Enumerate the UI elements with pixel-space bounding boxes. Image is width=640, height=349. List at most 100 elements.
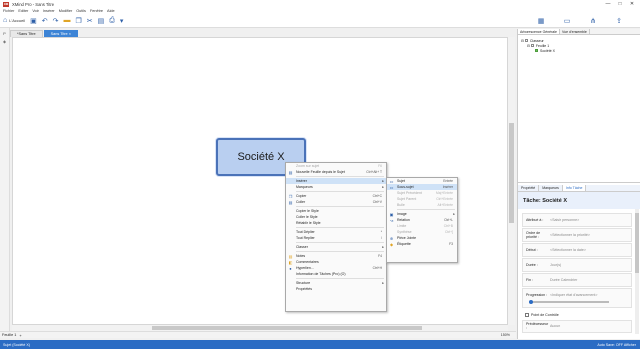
redo-icon[interactable]: ↷ bbox=[53, 17, 59, 25]
relation-icon: ↝ bbox=[389, 217, 394, 223]
outline-icon[interactable]: ▦ bbox=[528, 17, 554, 25]
submenu-item-label[interactable]: ◆ Étiquette F3 bbox=[387, 241, 457, 247]
end-date-field[interactable]: Fin : Durée Calendrier bbox=[522, 273, 632, 287]
tab-sans-titre-active[interactable]: Sans Titre × bbox=[43, 30, 78, 37]
start-date-field[interactable]: Début : <Sélectionner la date> bbox=[522, 243, 632, 257]
menu-help[interactable]: Aide bbox=[107, 9, 115, 13]
menu-item-task-info[interactable]: Information de Tâches (Pro) (O) bbox=[286, 271, 386, 277]
sheet-bar: Feuille 1 + 150% bbox=[0, 331, 516, 338]
paste-icon: ▤ bbox=[288, 199, 293, 205]
hyperlink-icon: ● bbox=[289, 265, 292, 271]
menu-window[interactable]: Fenêtre bbox=[90, 9, 103, 13]
minimize-button[interactable]: — bbox=[602, 0, 614, 8]
undo-icon[interactable]: ↶ bbox=[42, 17, 48, 25]
app-logo-icon: XM bbox=[3, 1, 9, 7]
window-title: XMind Pro - Sans Titre bbox=[12, 1, 55, 7]
topic-icon: ▭ bbox=[389, 178, 394, 184]
separator bbox=[296, 278, 384, 279]
left-toolstrip: P ◈ bbox=[0, 28, 10, 338]
markers-icon[interactable]: ◈ bbox=[0, 39, 9, 44]
status-text: Sujet (Société X) bbox=[3, 342, 30, 347]
extra-icon[interactable]: ▾ bbox=[120, 17, 124, 25]
checkbox-icon bbox=[525, 312, 529, 317]
tab-outline[interactable]: Arborescence Générale bbox=[518, 29, 560, 34]
menu-item-collapse-all[interactable]: Tout Replier / bbox=[286, 235, 386, 241]
copy-icon[interactable]: ❐ bbox=[76, 17, 82, 25]
status-right: Auto Save: OFF Afficher bbox=[597, 342, 636, 347]
menu-item-paste[interactable]: ▤ Coller Ctrl+V bbox=[286, 199, 386, 205]
workbook-icon bbox=[524, 39, 528, 42]
outline-tree: ⊟ Classeur ⊟ Feuille 1 Société X bbox=[518, 35, 640, 183]
scroll-thumb[interactable] bbox=[152, 326, 422, 330]
tree-item-topic[interactable]: Société X bbox=[521, 48, 640, 53]
separator bbox=[397, 209, 455, 210]
right-panel: Arborescence Générale Vue d'ensemble ⊟ C… bbox=[517, 29, 640, 339]
close-button[interactable]: ✕ bbox=[626, 0, 638, 8]
folder-icon[interactable]: ▬ bbox=[64, 17, 71, 24]
submenu-item-callout[interactable]: Bulle Alt+Entrée bbox=[387, 202, 457, 208]
progress-knob[interactable] bbox=[529, 299, 533, 304]
duration-field[interactable]: Durée : Jour(s) bbox=[522, 258, 632, 272]
toolbar: ⌂ L'Accueil ▣ ↶ ↷ ▬ ❐ ✂ ▤ ⎙ ▾ ▦ ▭ ⋔ ⇪ bbox=[0, 14, 640, 28]
new-sheet-icon: ▤ bbox=[288, 169, 293, 175]
scroll-thumb[interactable] bbox=[509, 123, 514, 223]
cut-icon[interactable]: ✂ bbox=[87, 17, 93, 25]
task-fields: Attribué à : <Saisir personne> Ordre de p… bbox=[522, 213, 632, 335]
tab-task-info[interactable]: Info Tâche bbox=[562, 185, 587, 191]
zoom-level[interactable]: 150% bbox=[501, 333, 510, 337]
tab-overview[interactable]: Vue d'ensemble bbox=[560, 29, 590, 34]
menu-item-new-sheet[interactable]: ▤ Nouvelle Feuille depuis le Sujet Ctrl+Al… bbox=[286, 169, 386, 175]
save-icon[interactable]: ▣ bbox=[30, 17, 37, 25]
scroll-thumb[interactable] bbox=[635, 213, 639, 273]
tab-sans-titre-unsaved[interactable]: *Sans Titre bbox=[10, 30, 43, 37]
sheet-tab[interactable]: Feuille 1 bbox=[2, 333, 16, 337]
properties-icon[interactable]: P bbox=[0, 31, 9, 36]
print-icon[interactable]: ⎙ bbox=[109, 17, 115, 25]
menu-item-markers[interactable]: Marqueurs ▸ bbox=[286, 184, 386, 190]
label-icon: ◆ bbox=[389, 241, 394, 247]
status-bar: Sujet (Société X) Auto Save: OFF Affiche… bbox=[0, 340, 640, 349]
chevron-right-icon: ▸ bbox=[453, 212, 455, 216]
separator bbox=[296, 242, 384, 243]
priority-field[interactable]: Ordre de priorité : <Sélectionner la prio… bbox=[522, 228, 632, 242]
milestone-checkbox[interactable]: Point de Contrôle bbox=[522, 310, 632, 320]
menu-edit[interactable]: Editer bbox=[18, 9, 28, 13]
panel-scrollbar[interactable] bbox=[635, 209, 639, 334]
home-button[interactable]: ⌂ L'Accueil bbox=[3, 17, 25, 24]
menu-tools[interactable]: Outils bbox=[76, 9, 86, 13]
menu-item-reset-style[interactable]: Rétablir le Style bbox=[286, 220, 386, 226]
chevron-right-icon: ▸ bbox=[382, 179, 384, 183]
assignee-field[interactable]: Attribué à : <Saisir personne> bbox=[522, 213, 632, 227]
menu-insert[interactable]: Insérer bbox=[43, 9, 55, 13]
chevron-right-icon: ▸ bbox=[382, 245, 384, 249]
tab-markers[interactable]: Marqueurs bbox=[539, 185, 563, 191]
separator bbox=[296, 176, 384, 177]
notes-icon: ▤ bbox=[288, 253, 293, 259]
chevron-right-icon: ▸ bbox=[382, 281, 384, 285]
insert-submenu: ▭ Sujet Entrée ▭ Sous-sujet Insérer Sujet Pr… bbox=[386, 177, 458, 263]
separator bbox=[296, 206, 384, 207]
menu-item-properties[interactable]: Propriétés bbox=[286, 286, 386, 292]
context-menu: Zoom sur sujet F6 ▤ Nouvelle Feuille depui… bbox=[285, 162, 387, 312]
separator bbox=[296, 251, 384, 252]
property-tabs: Propriété Marqueurs Info Tâche bbox=[518, 185, 640, 192]
separator bbox=[296, 191, 384, 192]
export-icon[interactable]: ⇪ bbox=[606, 17, 632, 25]
vertical-scrollbar[interactable] bbox=[508, 37, 515, 325]
map-icon[interactable]: ▭ bbox=[554, 17, 580, 25]
chevron-right-icon: ▸ bbox=[382, 185, 384, 189]
paste-icon[interactable]: ▤ bbox=[98, 17, 105, 25]
progress-slider[interactable] bbox=[529, 299, 609, 304]
menu-item-sort[interactable]: Classer ▸ bbox=[286, 244, 386, 250]
document-tabs: *Sans Titre Sans Titre × bbox=[10, 29, 79, 37]
maximize-button[interactable]: □ bbox=[614, 0, 626, 8]
menu-file[interactable]: Fichier bbox=[3, 9, 14, 13]
add-sheet-icon[interactable]: + bbox=[19, 333, 21, 338]
separator bbox=[296, 227, 384, 228]
menu-modify[interactable]: Modifier bbox=[59, 9, 73, 13]
share-icon[interactable]: ⋔ bbox=[580, 17, 606, 25]
menu-view[interactable]: Voir bbox=[32, 9, 39, 13]
tab-properties[interactable]: Propriété bbox=[518, 185, 540, 191]
predecessor-field[interactable]: Prédécesseur : Aucun bbox=[522, 319, 632, 333]
progress-field[interactable]: Progression : <Indiquer état d'avancement… bbox=[522, 288, 632, 308]
